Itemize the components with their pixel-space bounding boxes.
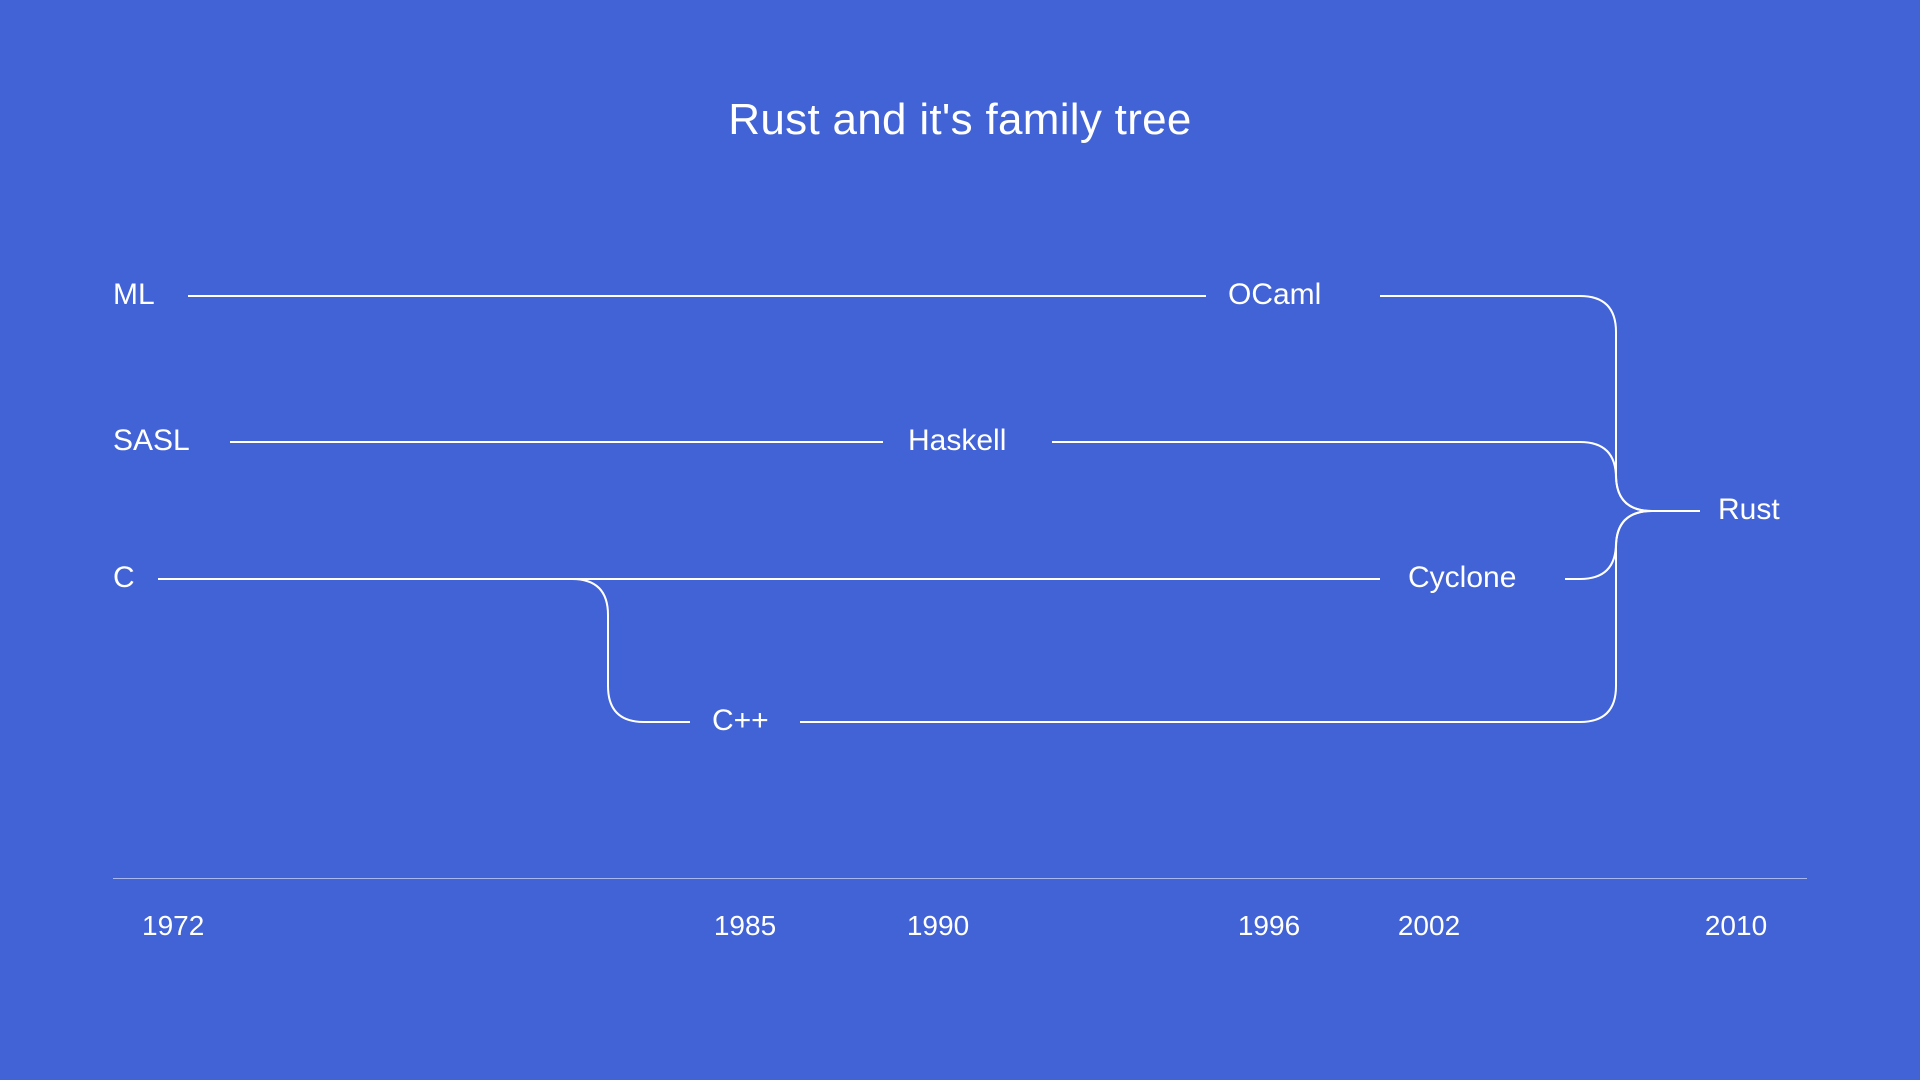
timeline-axis	[113, 878, 1807, 879]
timeline-1990: 1990	[907, 910, 969, 942]
timeline-1985: 1985	[714, 910, 776, 942]
chart-title: Rust and it's family tree	[0, 95, 1920, 145]
node-sasl: SASL	[113, 424, 190, 458]
node-haskell: Haskell	[908, 424, 1006, 458]
node-ml: ML	[113, 278, 155, 312]
timeline-1996: 1996	[1238, 910, 1300, 942]
node-cpp: C++	[712, 704, 769, 738]
node-ocaml: OCaml	[1228, 278, 1321, 312]
node-cyclone: Cyclone	[1408, 561, 1516, 595]
node-rust: Rust	[1718, 493, 1780, 527]
timeline-1972: 1972	[142, 910, 204, 942]
node-c: C	[113, 561, 135, 595]
timeline-2010: 2010	[1705, 910, 1767, 942]
timeline-2002: 2002	[1398, 910, 1460, 942]
